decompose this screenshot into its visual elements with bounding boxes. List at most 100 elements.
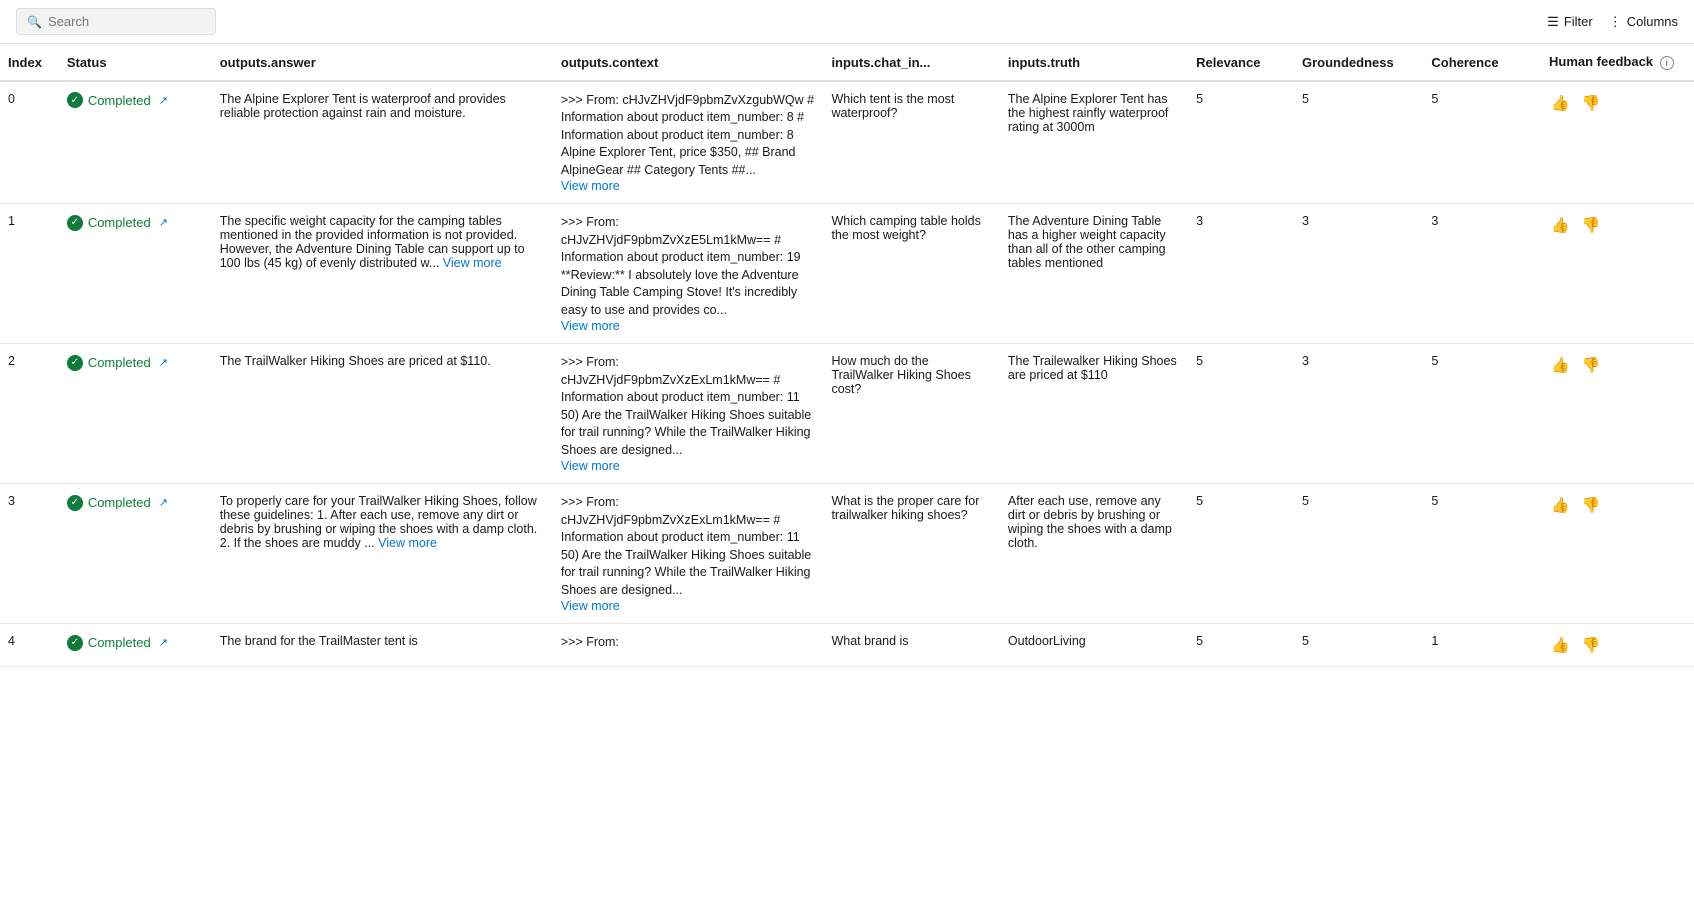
thumbs-down-button[interactable]: 👎: [1580, 634, 1603, 656]
cell-status: ✓ Completed ↗: [59, 344, 212, 484]
cell-truth: After each use, remove any dirt or debri…: [1000, 484, 1188, 624]
external-link-icon[interactable]: ↗: [159, 356, 168, 369]
answer-text: The brand for the TrailMaster tent is: [220, 634, 418, 648]
answer-view-more[interactable]: View more: [443, 256, 502, 270]
cell-coherence: 5: [1423, 81, 1541, 204]
context-text: >>> From: cHJvZHVjdF9pbmZvXzExLm1kMw== #…: [561, 355, 811, 457]
cell-feedback: 👍 👎: [1541, 484, 1694, 624]
context-view-more[interactable]: View more: [561, 599, 620, 613]
cell-answer: The specific weight capacity for the cam…: [212, 204, 553, 344]
col-header-status: Status: [59, 44, 212, 81]
cell-status: ✓ Completed ↗: [59, 81, 212, 204]
cell-answer: The Alpine Explorer Tent is waterproof a…: [212, 81, 553, 204]
data-table-container: Index Status outputs.answer outputs.cont…: [0, 44, 1694, 667]
cell-answer: The brand for the TrailMaster tent is: [212, 624, 553, 667]
table-row: 1 ✓ Completed ↗ The specific weight capa…: [0, 204, 1694, 344]
context-view-more[interactable]: View more: [561, 319, 620, 333]
context-text: >>> From:: [561, 635, 619, 649]
status-label: Completed: [88, 355, 151, 370]
context-text: >>> From: cHJvZHVjdF9pbmZvXzE5Lm1kMw== #…: [561, 215, 801, 317]
status-label: Completed: [88, 93, 151, 108]
completed-icon: ✓: [67, 92, 83, 108]
thumbs-down-button[interactable]: 👎: [1580, 354, 1603, 376]
external-link-icon[interactable]: ↗: [159, 496, 168, 509]
thumbs-up-button[interactable]: 👍: [1549, 92, 1572, 114]
cell-relevance: 3: [1188, 204, 1294, 344]
status-badge: ✓ Completed ↗: [67, 495, 168, 511]
cell-groundedness: 3: [1294, 204, 1423, 344]
cell-feedback: 👍 👎: [1541, 344, 1694, 484]
completed-icon: ✓: [67, 355, 83, 371]
col-header-coherence: Coherence: [1423, 44, 1541, 81]
cell-answer: The TrailWalker Hiking Shoes are priced …: [212, 344, 553, 484]
context-view-more[interactable]: View more: [561, 459, 620, 473]
columns-label: Columns: [1627, 14, 1678, 29]
filter-button[interactable]: ☰ Filter: [1547, 14, 1593, 30]
col-header-truth: inputs.truth: [1000, 44, 1188, 81]
cell-coherence: 5: [1423, 484, 1541, 624]
search-input[interactable]: [48, 14, 205, 29]
cell-truth: The Alpine Explorer Tent has the highest…: [1000, 81, 1188, 204]
col-header-groundedness: Groundedness: [1294, 44, 1423, 81]
cell-truth: The Trailewalker Hiking Shoes are priced…: [1000, 344, 1188, 484]
context-text: >>> From: cHJvZHVjdF9pbmZvXzExLm1kMw== #…: [561, 495, 811, 597]
col-header-index: Index: [0, 44, 59, 81]
search-icon: 🔍: [27, 15, 42, 29]
external-link-icon[interactable]: ↗: [159, 94, 168, 107]
feedback-info-icon[interactable]: i: [1660, 56, 1674, 70]
thumbs-up-button[interactable]: 👍: [1549, 354, 1572, 376]
thumbs-up-button[interactable]: 👍: [1549, 494, 1572, 516]
cell-relevance: 5: [1188, 484, 1294, 624]
cell-truth: OutdoorLiving: [1000, 624, 1188, 667]
feedback-buttons: 👍 👎: [1549, 494, 1686, 516]
cell-answer: To properly care for your TrailWalker Hi…: [212, 484, 553, 624]
answer-view-more[interactable]: View more: [378, 536, 437, 550]
col-header-chat-in: inputs.chat_in...: [823, 44, 999, 81]
answer-text: The TrailWalker Hiking Shoes are priced …: [220, 354, 491, 368]
completed-icon: ✓: [67, 635, 83, 651]
cell-groundedness: 5: [1294, 484, 1423, 624]
status-badge: ✓ Completed ↗: [67, 92, 168, 108]
cell-status: ✓ Completed ↗: [59, 484, 212, 624]
cell-index: 4: [0, 624, 59, 667]
cell-relevance: 5: [1188, 344, 1294, 484]
feedback-buttons: 👍 👎: [1549, 214, 1686, 236]
columns-button[interactable]: ⋮ Columns: [1609, 14, 1678, 30]
table-header-row: Index Status outputs.answer outputs.cont…: [0, 44, 1694, 81]
cell-chat-in: What brand is: [823, 624, 999, 667]
context-view-more[interactable]: View more: [561, 179, 620, 193]
table-row: 2 ✓ Completed ↗ The TrailWalker Hiking S…: [0, 344, 1694, 484]
filter-icon: ☰: [1547, 14, 1559, 30]
external-link-icon[interactable]: ↗: [159, 216, 168, 229]
top-bar: 🔍 ☰ Filter ⋮ Columns: [0, 0, 1694, 44]
cell-feedback: 👍 👎: [1541, 624, 1694, 667]
thumbs-up-button[interactable]: 👍: [1549, 214, 1572, 236]
columns-icon: ⋮: [1609, 14, 1622, 30]
col-header-feedback: Human feedback i: [1541, 44, 1694, 81]
context-text: >>> From: cHJvZHVjdF9pbmZvXzgubWQw # Inf…: [561, 93, 814, 177]
results-table: Index Status outputs.answer outputs.cont…: [0, 44, 1694, 667]
thumbs-down-button[interactable]: 👎: [1580, 494, 1603, 516]
cell-chat-in: What is the proper care for trailwalker …: [823, 484, 999, 624]
cell-feedback: 👍 👎: [1541, 204, 1694, 344]
status-label: Completed: [88, 495, 151, 510]
completed-icon: ✓: [67, 215, 83, 231]
status-badge: ✓ Completed ↗: [67, 355, 168, 371]
answer-text: The Alpine Explorer Tent is waterproof a…: [220, 92, 506, 120]
external-link-icon[interactable]: ↗: [159, 636, 168, 649]
cell-coherence: 3: [1423, 204, 1541, 344]
thumbs-up-button[interactable]: 👍: [1549, 634, 1572, 656]
cell-index: 0: [0, 81, 59, 204]
cell-coherence: 5: [1423, 344, 1541, 484]
col-header-answer: outputs.answer: [212, 44, 553, 81]
cell-context: >>> From: cHJvZHVjdF9pbmZvXzgubWQw # Inf…: [553, 81, 824, 204]
table-row: 0 ✓ Completed ↗ The Alpine Explorer Tent…: [0, 81, 1694, 204]
thumbs-down-button[interactable]: 👎: [1580, 214, 1603, 236]
cell-chat-in: Which tent is the most waterproof?: [823, 81, 999, 204]
cell-context: >>> From: cHJvZHVjdF9pbmZvXzExLm1kMw== #…: [553, 484, 824, 624]
feedback-buttons: 👍 👎: [1549, 354, 1686, 376]
cell-truth: The Adventure Dining Table has a higher …: [1000, 204, 1188, 344]
thumbs-down-button[interactable]: 👎: [1580, 92, 1603, 114]
search-box[interactable]: 🔍: [16, 8, 216, 35]
cell-feedback: 👍 👎: [1541, 81, 1694, 204]
